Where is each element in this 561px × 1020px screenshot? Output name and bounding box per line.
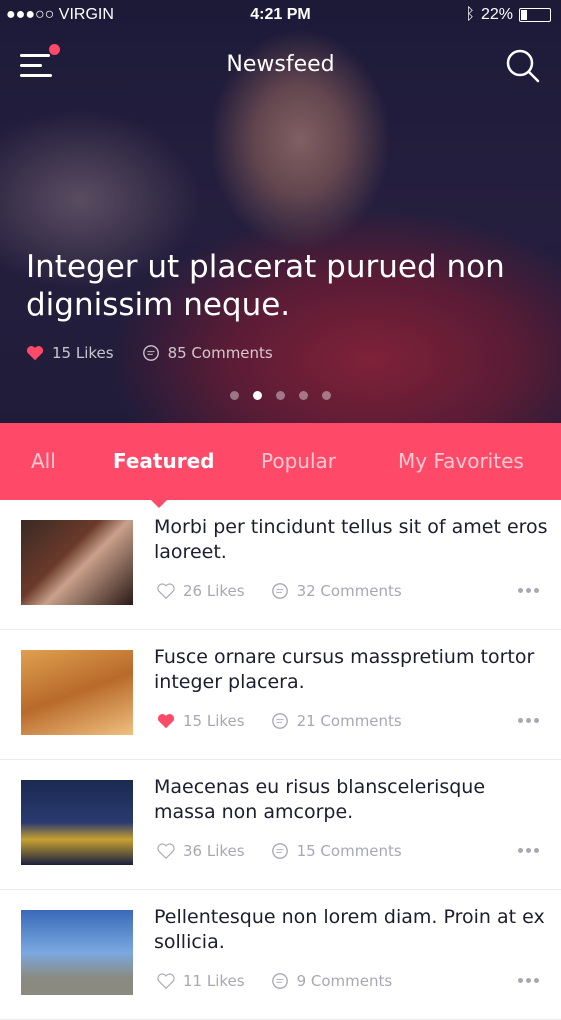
list-item[interactable]: Pellentesque non lorem diam. Proin at ex… — [0, 890, 561, 1020]
thumbnail[interactable] — [21, 650, 133, 735]
comment-icon — [142, 345, 159, 361]
list-item[interactable]: Maecenas eu risus blanscelerisque massa … — [0, 760, 561, 890]
likes[interactable]: 15 Likes — [157, 712, 245, 730]
bluetooth-icon: ᛒ — [465, 6, 475, 23]
carousel-dots[interactable] — [0, 391, 561, 400]
heart-icon — [26, 346, 44, 361]
comment-icon — [271, 583, 288, 599]
hero-likes[interactable]: 15 Likes — [26, 344, 114, 362]
comment-icon — [271, 843, 288, 859]
tab-all[interactable]: All — [31, 449, 56, 473]
item-title[interactable]: Maecenas eu risus blanscelerisque massa … — [154, 775, 549, 825]
tab-bar: All Featured Popular My Favorites — [0, 423, 561, 500]
heart-icon — [157, 843, 175, 859]
more-options-icon[interactable] — [518, 978, 539, 983]
battery-icon — [519, 8, 551, 22]
status-bar: ●●●○○ VIRGIN 4:21 PM ᛒ 22% — [0, 6, 561, 26]
more-options-icon[interactable] — [518, 588, 539, 593]
comments[interactable]: 9 Comments — [271, 972, 392, 990]
heart-icon — [157, 583, 175, 599]
item-title[interactable]: Morbi per tincidunt tellus sit of amet e… — [154, 515, 549, 565]
tab-my-favorites[interactable]: My Favorites — [398, 449, 524, 473]
item-title[interactable]: Pellentesque non lorem diam. Proin at ex… — [154, 905, 549, 955]
thumbnail[interactable] — [21, 520, 133, 605]
thumbnail[interactable] — [21, 780, 133, 865]
list-item[interactable]: Morbi per tincidunt tellus sit of amet e… — [0, 500, 561, 630]
likes[interactable]: 26 Likes — [157, 582, 245, 600]
comments[interactable]: 21 Comments — [271, 712, 402, 730]
tab-popular[interactable]: Popular — [261, 449, 336, 473]
tab-featured[interactable]: Featured — [113, 449, 214, 473]
thumbnail[interactable] — [21, 910, 133, 995]
heart-icon — [157, 973, 175, 989]
likes[interactable]: 36 Likes — [157, 842, 245, 860]
comment-icon — [271, 713, 288, 729]
item-title[interactable]: Fusce ornare cursus masspretium tortor i… — [154, 645, 549, 695]
battery-percent: 22% — [480, 6, 513, 23]
likes[interactable]: 11 Likes — [157, 972, 245, 990]
search-icon[interactable] — [505, 48, 541, 84]
comments[interactable]: 15 Comments — [271, 842, 402, 860]
comments[interactable]: 32 Comments — [271, 582, 402, 600]
more-options-icon[interactable] — [518, 848, 539, 853]
more-options-icon[interactable] — [518, 718, 539, 723]
hero-headline[interactable]: Integer ut placerat purued non dignissim… — [26, 248, 546, 324]
hero-banner[interactable]: ●●●○○ VIRGIN 4:21 PM ᛒ 22% Newsfeed Integ… — [0, 0, 561, 423]
nav-bar: Newsfeed — [0, 40, 561, 90]
hero-comments[interactable]: 85 Comments — [142, 344, 273, 362]
list-item[interactable]: Fusce ornare cursus masspretium tortor i… — [0, 630, 561, 760]
heart-icon — [157, 714, 175, 729]
comment-icon — [271, 973, 288, 989]
page-title: Newsfeed — [226, 52, 335, 77]
